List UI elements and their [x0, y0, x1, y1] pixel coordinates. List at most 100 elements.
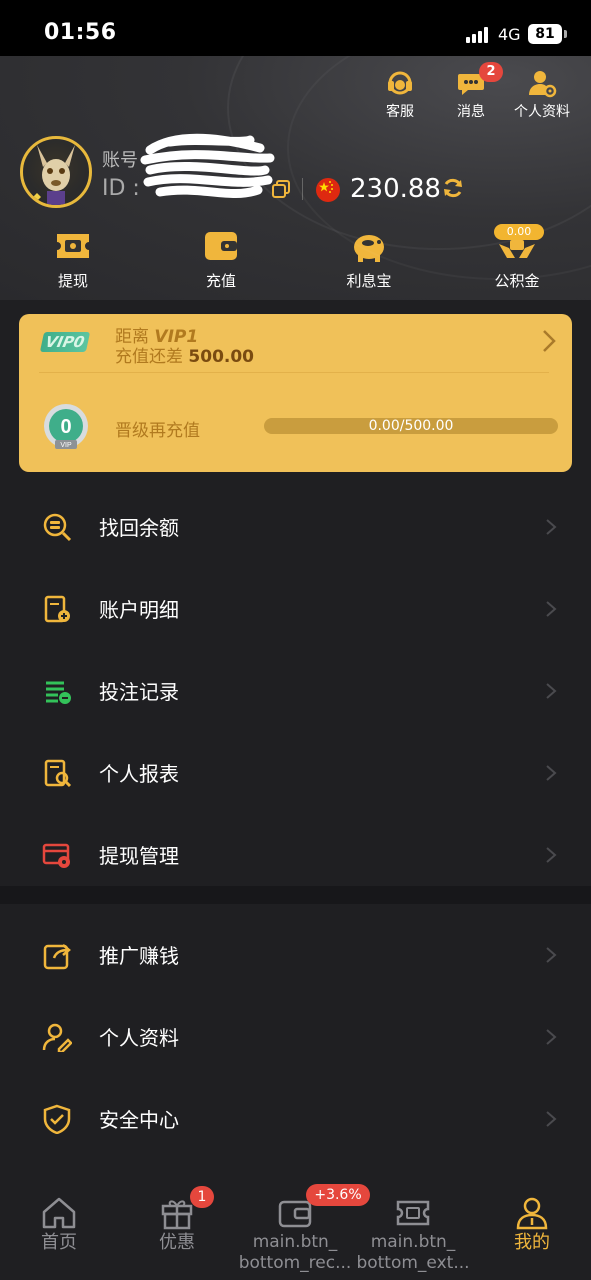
menu-item-label: 个人资料	[99, 1026, 179, 1050]
menu-group-separator	[0, 886, 591, 904]
header-divider	[302, 178, 303, 200]
menu-group-account: 找回余额账户明细投注记录个人报表提现管理	[0, 484, 591, 894]
messages-button[interactable]: 消息 2	[431, 62, 511, 121]
chevron-right-icon	[546, 947, 557, 963]
tab-mine-label: 我的	[514, 1232, 550, 1253]
profile-button[interactable]: 个人资料	[502, 68, 582, 121]
chat-icon	[458, 74, 484, 95]
fund-label: 公积金	[494, 272, 540, 290]
tab-mine[interactable]: 我的	[473, 1196, 591, 1254]
user-edit-icon	[42, 1023, 72, 1052]
tab-home[interactable]: 首页	[0, 1196, 118, 1254]
status-bar: 01:56 4G 81	[0, 0, 591, 56]
deposit-button[interactable]: 充值	[166, 228, 276, 291]
refresh-icon[interactable]	[442, 177, 464, 199]
tab-recharge-label: main.btn_ bottom_rec...	[238, 1232, 352, 1273]
network-type: 4G	[498, 25, 521, 44]
promo-badge: 1	[190, 1186, 214, 1208]
withdraw-ticket-icon	[57, 234, 89, 258]
interest-label: 利息宝	[346, 272, 392, 290]
menu-item-5-menu_group_1[interactable]: 提现管理	[0, 812, 591, 894]
user-icon	[516, 1197, 548, 1230]
chevron-right-icon[interactable]	[541, 328, 557, 354]
withdraw-button[interactable]: 提现	[18, 228, 128, 291]
copy-icon[interactable]	[272, 180, 290, 198]
china-flag-icon	[316, 178, 340, 202]
status-time: 01:56	[44, 20, 117, 45]
svg-text:0: 0	[60, 416, 71, 438]
fund-button[interactable]: 0.00 公积金	[462, 224, 572, 291]
gift-icon	[161, 1200, 193, 1230]
chevron-right-icon	[546, 519, 557, 535]
tab-recharge[interactable]: main.btn_ bottom_rec... +3.6%	[236, 1184, 370, 1274]
interest-button[interactable]: 利息宝	[314, 228, 424, 291]
support-button[interactable]: 客服	[360, 68, 440, 121]
piggy-bank-icon	[354, 235, 384, 262]
menu-item-1-menu_group_1[interactable]: 找回余额	[0, 484, 591, 566]
vip-progress-text: 0.00/500.00	[368, 418, 454, 434]
battery-icon: 81	[528, 24, 567, 44]
card-gear-icon	[42, 843, 70, 868]
chevron-right-icon	[546, 765, 557, 781]
signal-icon	[466, 27, 492, 43]
user-settings-icon	[529, 71, 557, 98]
withdraw-ticket-icon	[396, 1200, 430, 1226]
support-label: 客服	[386, 104, 414, 120]
menu-item-label: 投注记录	[99, 680, 179, 704]
tab-home-label: 首页	[41, 1232, 77, 1253]
vip-medal-icon: 0 VIP	[44, 404, 88, 449]
chevron-right-icon	[546, 847, 557, 863]
redaction-scribble	[140, 133, 275, 199]
menu-item-4-menu_group_1[interactable]: 个人报表	[0, 730, 591, 812]
menu-group-general: 推广赚钱个人资料安全中心	[0, 912, 591, 1158]
report-search-icon	[44, 759, 72, 788]
wallet-icon	[205, 232, 237, 260]
deposit-label: 充值	[205, 272, 236, 290]
menu-item-label: 提现管理	[99, 844, 179, 868]
bet-list-icon	[46, 681, 71, 704]
vip-progress-bar: 0.00/500.00	[264, 418, 558, 434]
menu-item-2-menu_group_1[interactable]: 账户明细	[0, 566, 591, 648]
menu-item-3-menu_group_1[interactable]: 投注记录	[0, 648, 591, 730]
messages-badge: 2	[479, 62, 503, 82]
menu-item-label: 个人报表	[99, 762, 179, 786]
bottom-navigation: 首页 优惠 1 main.btn_ bottom_rec... +3.6% mai…	[0, 1180, 591, 1280]
svg-text:VIP: VIP	[60, 442, 72, 449]
tab-promo-label: 优惠	[159, 1232, 195, 1253]
menu-item-2-menu_group_2[interactable]: 个人资料	[0, 994, 591, 1076]
share-icon	[43, 944, 71, 970]
avatar[interactable]	[20, 136, 92, 208]
vip-card[interactable]: VIP0 距离 VIP1 充值还差 500.00 0 VIP 晋级再充值 0.0…	[19, 314, 572, 472]
home-icon	[42, 1197, 76, 1229]
profile-header: 客服 消息 2 个人资料 账号 ID : 230.88 提现 充值 利息宝 0.…	[0, 56, 591, 300]
chevron-right-icon	[546, 683, 557, 699]
tab-withdraw[interactable]: main.btn_ bottom_ext...	[354, 1196, 472, 1274]
withdraw-label: 提现	[57, 272, 88, 290]
chevron-right-icon	[546, 1111, 557, 1127]
vip-upgrade-label: 晋级再充值	[115, 421, 200, 441]
menu-item-1-menu_group_2[interactable]: 推广赚钱	[0, 912, 591, 994]
tab-promo[interactable]: 优惠 1	[118, 1186, 236, 1254]
hands-coin-icon	[499, 240, 535, 258]
menu-item-label: 安全中心	[99, 1108, 179, 1132]
profile-label: 个人资料	[514, 104, 570, 120]
fund-amount-pill: 0.00	[494, 224, 544, 240]
user-id-label: ID :	[102, 176, 140, 201]
account-label: 账号	[102, 150, 138, 171]
chevron-right-icon	[546, 601, 557, 617]
menu-item-label: 账户明细	[99, 598, 179, 622]
balance-amount: 230.88	[350, 174, 441, 204]
shield-check-icon	[43, 1104, 71, 1134]
vip-level-badge: VIP0	[39, 332, 91, 352]
chevron-right-icon	[546, 1029, 557, 1045]
messages-label: 消息	[457, 104, 485, 120]
headset-icon	[388, 71, 412, 95]
vip-need-amount: 充值还差 500.00	[115, 347, 255, 367]
coin-search-icon	[43, 513, 72, 542]
menu-item-label: 推广赚钱	[99, 944, 179, 968]
menu-item-label: 找回余额	[99, 516, 179, 540]
vip-divider	[39, 372, 549, 373]
document-add-icon	[44, 595, 70, 623]
menu-item-3-menu_group_2[interactable]: 安全中心	[0, 1076, 591, 1158]
tab-withdraw-label: main.btn_ bottom_ext...	[356, 1232, 470, 1273]
